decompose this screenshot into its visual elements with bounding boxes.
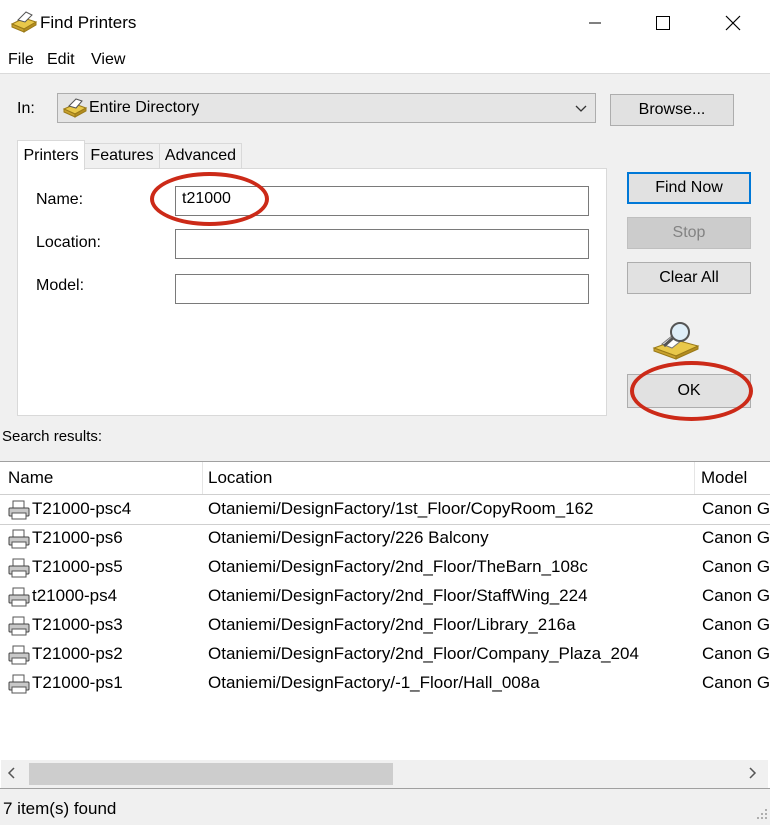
result-name: t21000-ps4 bbox=[32, 586, 118, 605]
result-location: Otaniemi/DesignFactory/226 Balcony bbox=[208, 528, 489, 547]
result-row[interactable]: T21000-ps6 Otaniemi/DesignFactory/226 Ba… bbox=[0, 524, 770, 553]
model-label: Model: bbox=[36, 277, 85, 294]
scrollbar-thumb[interactable] bbox=[29, 763, 393, 785]
result-model: Canon G bbox=[702, 644, 770, 663]
printer-icon bbox=[8, 616, 30, 636]
result-name: T21000-ps3 bbox=[32, 615, 123, 634]
model-field[interactable] bbox=[175, 274, 589, 304]
find-now-button[interactable]: Find Now bbox=[627, 172, 751, 204]
menu-edit[interactable]: Edit bbox=[47, 51, 75, 69]
maximize-button[interactable] bbox=[628, 0, 698, 46]
menu-view[interactable]: View bbox=[91, 51, 125, 69]
result-location: Otaniemi/DesignFactory/-1_Floor/Hall_008… bbox=[208, 673, 540, 692]
result-location: Otaniemi/DesignFactory/2nd_Floor/StaffWi… bbox=[208, 586, 588, 605]
browse-button[interactable]: Browse... bbox=[610, 94, 734, 126]
menu-bar: File Edit View bbox=[0, 46, 770, 74]
minimize-icon bbox=[589, 22, 601, 24]
status-bar: 7 item(s) found bbox=[0, 790, 770, 825]
minimize-button[interactable] bbox=[560, 0, 630, 46]
result-row[interactable]: T21000-ps5 Otaniemi/DesignFactory/2nd_Fl… bbox=[0, 553, 770, 582]
column-header-location[interactable]: Location bbox=[203, 462, 695, 494]
printer-icon bbox=[8, 529, 30, 549]
location-label: Location: bbox=[36, 234, 101, 251]
status-text: 7 item(s) found bbox=[3, 799, 117, 818]
in-label: In: bbox=[17, 100, 35, 117]
printer-icon bbox=[8, 587, 30, 607]
result-row[interactable]: T21000-ps3 Otaniemi/DesignFactory/2nd_Fl… bbox=[0, 611, 770, 640]
result-name: T21000-ps1 bbox=[32, 673, 123, 692]
result-name: T21000-psc4 bbox=[32, 499, 132, 518]
tab-printers[interactable]: Printers bbox=[17, 140, 85, 170]
result-location: Otaniemi/DesignFactory/2nd_Floor/TheBarn… bbox=[208, 557, 588, 576]
scope-dropdown[interactable]: Entire Directory bbox=[57, 93, 596, 123]
result-location: Otaniemi/DesignFactory/2nd_Floor/Library… bbox=[208, 615, 576, 634]
close-button[interactable] bbox=[698, 0, 768, 46]
name-field[interactable]: t21000 bbox=[175, 186, 589, 216]
menu-file[interactable]: File bbox=[8, 51, 34, 69]
name-label: Name: bbox=[36, 191, 84, 208]
maximize-icon bbox=[656, 16, 670, 30]
printer-icon bbox=[8, 558, 30, 578]
close-icon bbox=[725, 15, 741, 31]
window-title: Find Printers bbox=[40, 13, 137, 32]
result-row[interactable]: t21000-ps4 Otaniemi/DesignFactory/2nd_Fl… bbox=[0, 582, 770, 611]
result-model: Canon G bbox=[702, 615, 770, 634]
stop-button[interactable]: Stop bbox=[627, 217, 751, 249]
chevron-down-icon bbox=[575, 105, 587, 112]
result-model: Canon G bbox=[702, 586, 770, 605]
printer-icon bbox=[8, 645, 30, 665]
ok-button[interactable]: OK bbox=[627, 374, 751, 408]
column-header-model[interactable]: Model bbox=[695, 462, 770, 494]
result-row[interactable]: T21000-psc4 Otaniemi/DesignFactory/1st_F… bbox=[0, 494, 770, 525]
printer-icon bbox=[8, 674, 30, 694]
results-list[interactable]: Name Location Model T21000-psc4 Otaniemi… bbox=[0, 461, 770, 789]
tab-features[interactable]: Features bbox=[85, 143, 160, 168]
horizontal-scrollbar[interactable] bbox=[1, 760, 768, 788]
clear-all-button[interactable]: Clear All bbox=[627, 262, 751, 294]
result-name: T21000-ps5 bbox=[32, 557, 123, 576]
result-location: Otaniemi/DesignFactory/1st_Floor/CopyRoo… bbox=[208, 499, 594, 518]
result-name: T21000-ps6 bbox=[32, 528, 123, 547]
result-location: Otaniemi/DesignFactory/2nd_Floor/Company… bbox=[208, 644, 639, 663]
column-header-name[interactable]: Name bbox=[0, 462, 203, 494]
result-model: Canon G bbox=[702, 673, 770, 692]
resize-grip-icon[interactable] bbox=[754, 806, 768, 820]
scope-value: Entire Directory bbox=[89, 99, 200, 116]
search-results-label: Search results: bbox=[2, 428, 103, 445]
tab-advanced[interactable]: Advanced bbox=[160, 143, 242, 168]
directory-icon bbox=[62, 98, 88, 118]
result-model: Canon G bbox=[702, 557, 770, 576]
scroll-left-icon[interactable] bbox=[5, 766, 19, 780]
result-model: Canon G bbox=[702, 528, 770, 547]
scroll-right-icon[interactable] bbox=[745, 766, 759, 780]
location-field[interactable] bbox=[175, 229, 589, 259]
printer-folder-icon bbox=[10, 11, 38, 33]
result-row[interactable]: T21000-ps2 Otaniemi/DesignFactory/2nd_Fl… bbox=[0, 640, 770, 669]
search-printer-icon bbox=[652, 322, 700, 360]
result-row[interactable]: T21000-ps1 Otaniemi/DesignFactory/-1_Flo… bbox=[0, 669, 770, 698]
result-model: Canon G bbox=[702, 499, 770, 518]
printer-icon bbox=[8, 500, 30, 520]
result-name: T21000-ps2 bbox=[32, 644, 123, 663]
